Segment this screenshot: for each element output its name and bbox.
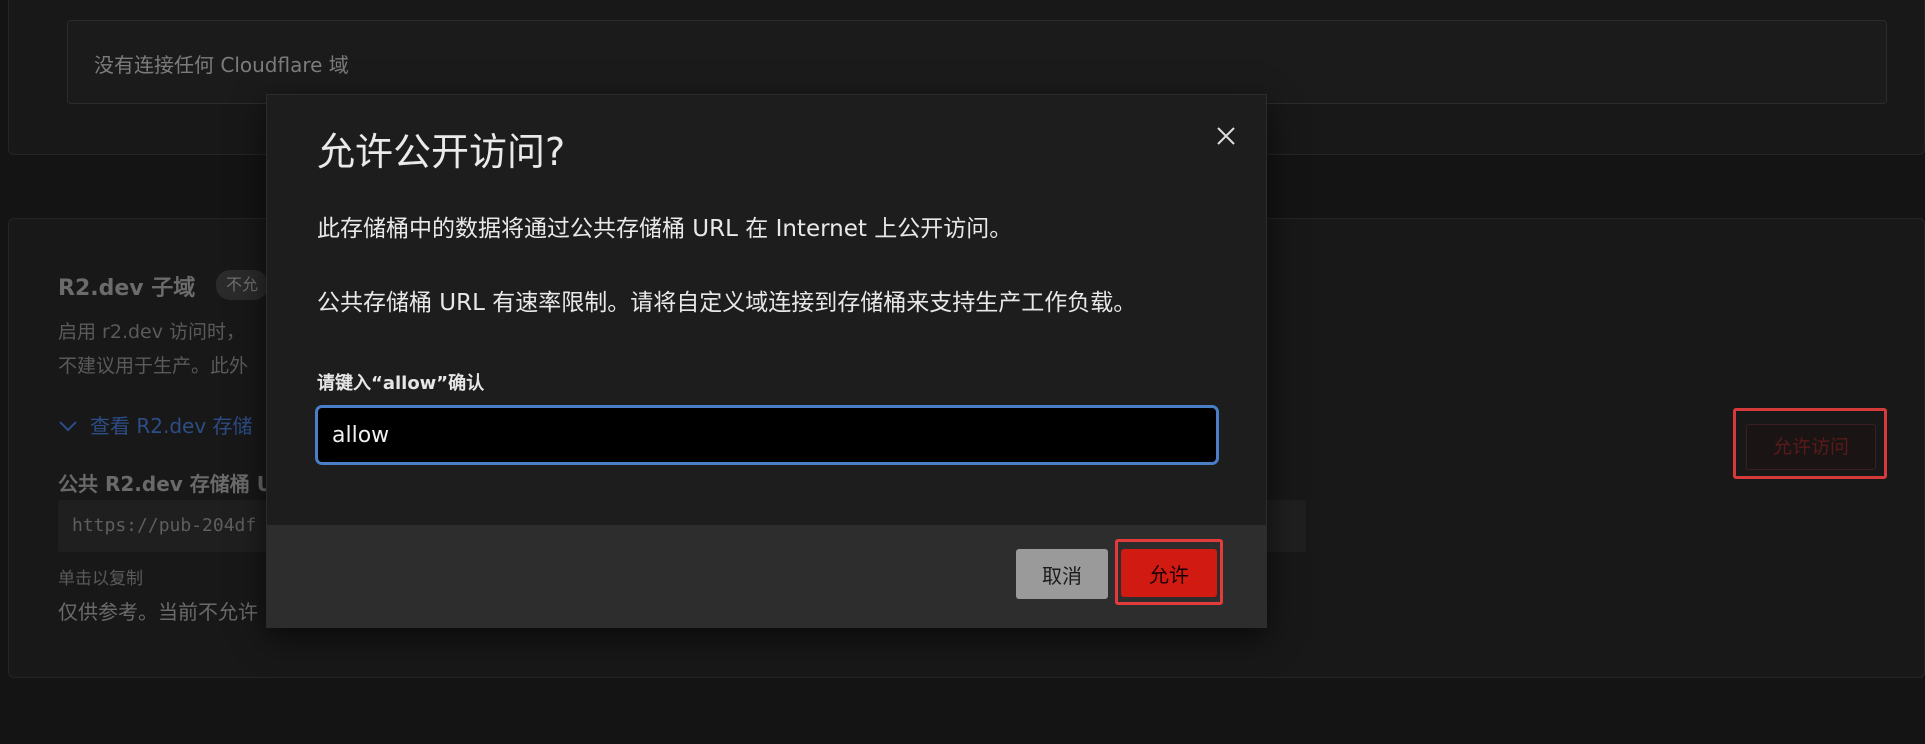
- confirm-input-label: 请键入“allow”确认: [317, 373, 485, 394]
- no-domain-text: 没有连接任何 Cloudflare 域: [94, 53, 349, 77]
- allow-public-access-dialog: 允许公开访问? 此存储桶中的数据将通过公共存储桶 URL 在 Internet …: [266, 94, 1267, 628]
- public-url-value: https://pub-204df: [72, 515, 257, 536]
- r2dev-description: 启用 r2.dev 访问时， 不建议用于生产。此外: [58, 315, 248, 383]
- r2dev-note: 仅供参考。当前不允许: [58, 600, 258, 624]
- dialog-paragraph-1: 此存储桶中的数据将通过公共存储桶 URL 在 Internet 上公开访问。: [317, 216, 1013, 242]
- allow-button[interactable]: 允许: [1121, 549, 1217, 597]
- r2dev-title: R2.dev 子域: [58, 276, 196, 301]
- public-url-label: 公共 R2.dev 存储桶 U: [58, 472, 273, 496]
- r2dev-description-line1: 启用 r2.dev 访问时，: [58, 321, 246, 343]
- dialog-title: 允许公开访问?: [317, 130, 566, 174]
- dialog-footer: 取消 允许: [267, 525, 1266, 627]
- status-badge: 不允: [216, 270, 269, 300]
- allow-access-button[interactable]: 允许访问: [1746, 424, 1876, 470]
- view-r2dev-link[interactable]: 查看 R2.dev 存储: [58, 410, 253, 439]
- confirm-input-wrapper: [315, 405, 1219, 465]
- no-domain-box: 没有连接任何 Cloudflare 域: [67, 20, 1887, 104]
- chevron-down-icon: [58, 414, 78, 438]
- dialog-paragraph-2: 公共存储桶 URL 有速率限制。请将自定义域连接到存储桶来支持生产工作负载。: [317, 290, 1137, 316]
- view-r2dev-link-label: 查看 R2.dev 存储: [90, 414, 253, 438]
- cancel-button[interactable]: 取消: [1016, 549, 1108, 599]
- confirm-input[interactable]: [318, 408, 1216, 462]
- close-button[interactable]: [1209, 119, 1243, 153]
- r2dev-description-line2: 不建议用于生产。此外: [58, 355, 249, 377]
- copy-hint: 单击以复制: [58, 569, 143, 589]
- close-icon: [1217, 127, 1235, 145]
